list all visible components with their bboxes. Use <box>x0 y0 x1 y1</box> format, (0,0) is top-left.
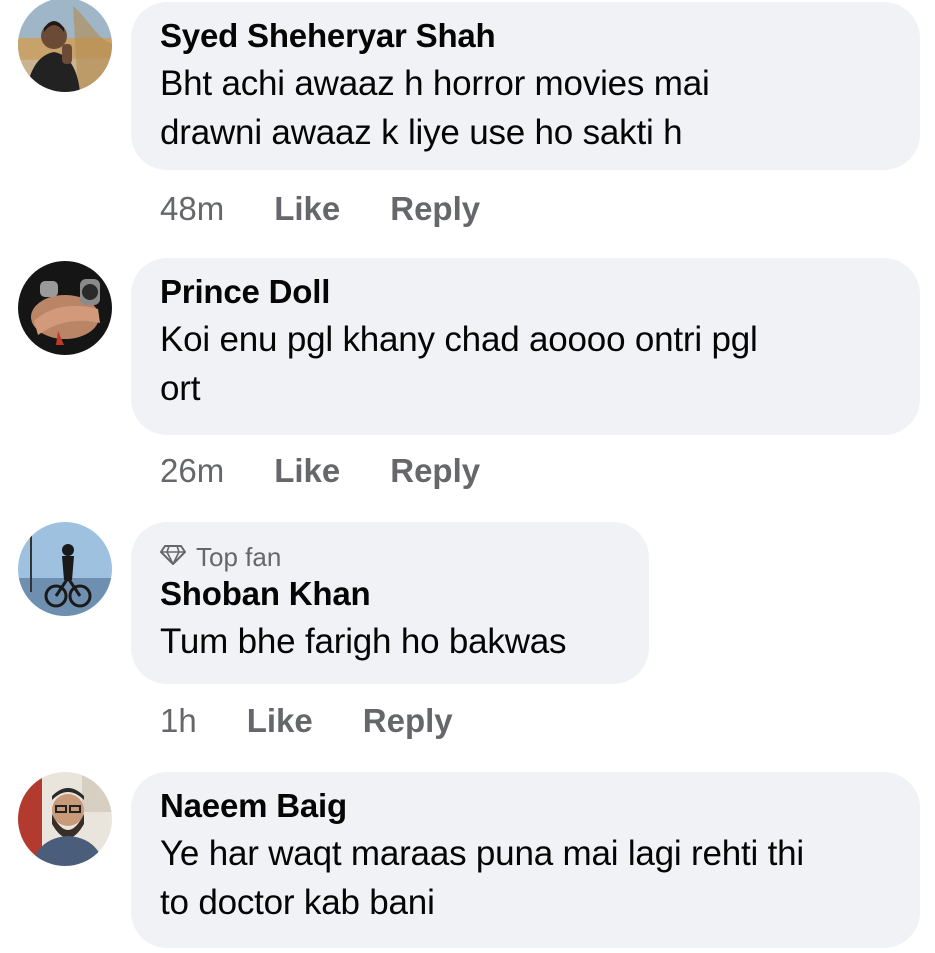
like-button[interactable]: Like <box>274 451 340 491</box>
reply-button[interactable]: Reply <box>363 701 453 741</box>
comment-actions: 1h Like Reply <box>160 701 453 741</box>
comment-text: Bht achi awaaz h horror movies mai drawn… <box>160 59 892 157</box>
badge-label: Top fan <box>196 542 282 572</box>
comment-timestamp[interactable]: 48m <box>160 189 224 229</box>
comment-text: Koi enu pgl khany chad aoooo ontri pgl o… <box>160 315 892 413</box>
like-button[interactable]: Like <box>247 701 313 741</box>
comment-author[interactable]: Naeem Baig <box>160 786 892 826</box>
avatar[interactable] <box>18 772 112 866</box>
comment-text-line: to doctor kab bani <box>160 883 435 922</box>
reply-button[interactable]: Reply <box>390 451 480 491</box>
comment-timestamp[interactable]: 26m <box>160 451 224 491</box>
comment-actions: 26m Like Reply <box>160 451 480 491</box>
comment-bubble: Top fan Shoban Khan Tum bhe farigh ho ba… <box>131 522 649 684</box>
comment-text-line: Ye har waqt maraas puna mai lagi rehti t… <box>160 834 805 873</box>
comment-text-line: Koi enu pgl khany chad aoooo ontri pgl <box>160 320 758 359</box>
comment-actions: 48m Like Reply <box>160 189 480 229</box>
top-fan-badge: Top fan <box>160 542 621 572</box>
avatar[interactable] <box>18 522 112 616</box>
comment-bubble: Naeem Baig Ye har waqt maraas puna mai l… <box>131 772 920 948</box>
like-button[interactable]: Like <box>274 189 340 229</box>
comment-bubble: Syed Sheheryar Shah Bht achi awaaz h hor… <box>131 2 920 170</box>
comment-text: Tum bhe farigh ho bakwas <box>160 617 621 666</box>
comment-text-line: Tum bhe farigh ho bakwas <box>160 622 567 661</box>
comment-text-line: ort <box>160 369 201 408</box>
comment-author[interactable]: Prince Doll <box>160 272 892 312</box>
comment-author[interactable]: Syed Sheheryar Shah <box>160 16 892 56</box>
avatar[interactable] <box>18 261 112 355</box>
diamond-icon <box>160 542 196 572</box>
comment-text-line: drawni awaaz k liye use ho sakti h <box>160 113 683 152</box>
comment-text: Ye har waqt maraas puna mai lagi rehti t… <box>160 829 892 927</box>
reply-button[interactable]: Reply <box>390 189 480 229</box>
comment-timestamp[interactable]: 1h <box>160 701 197 741</box>
avatar[interactable] <box>18 0 112 92</box>
comment-author[interactable]: Shoban Khan <box>160 574 621 614</box>
comment-text-line: Bht achi awaaz h horror movies mai <box>160 64 710 103</box>
comment-bubble: Prince Doll Koi enu pgl khany chad aoooo… <box>131 258 920 435</box>
